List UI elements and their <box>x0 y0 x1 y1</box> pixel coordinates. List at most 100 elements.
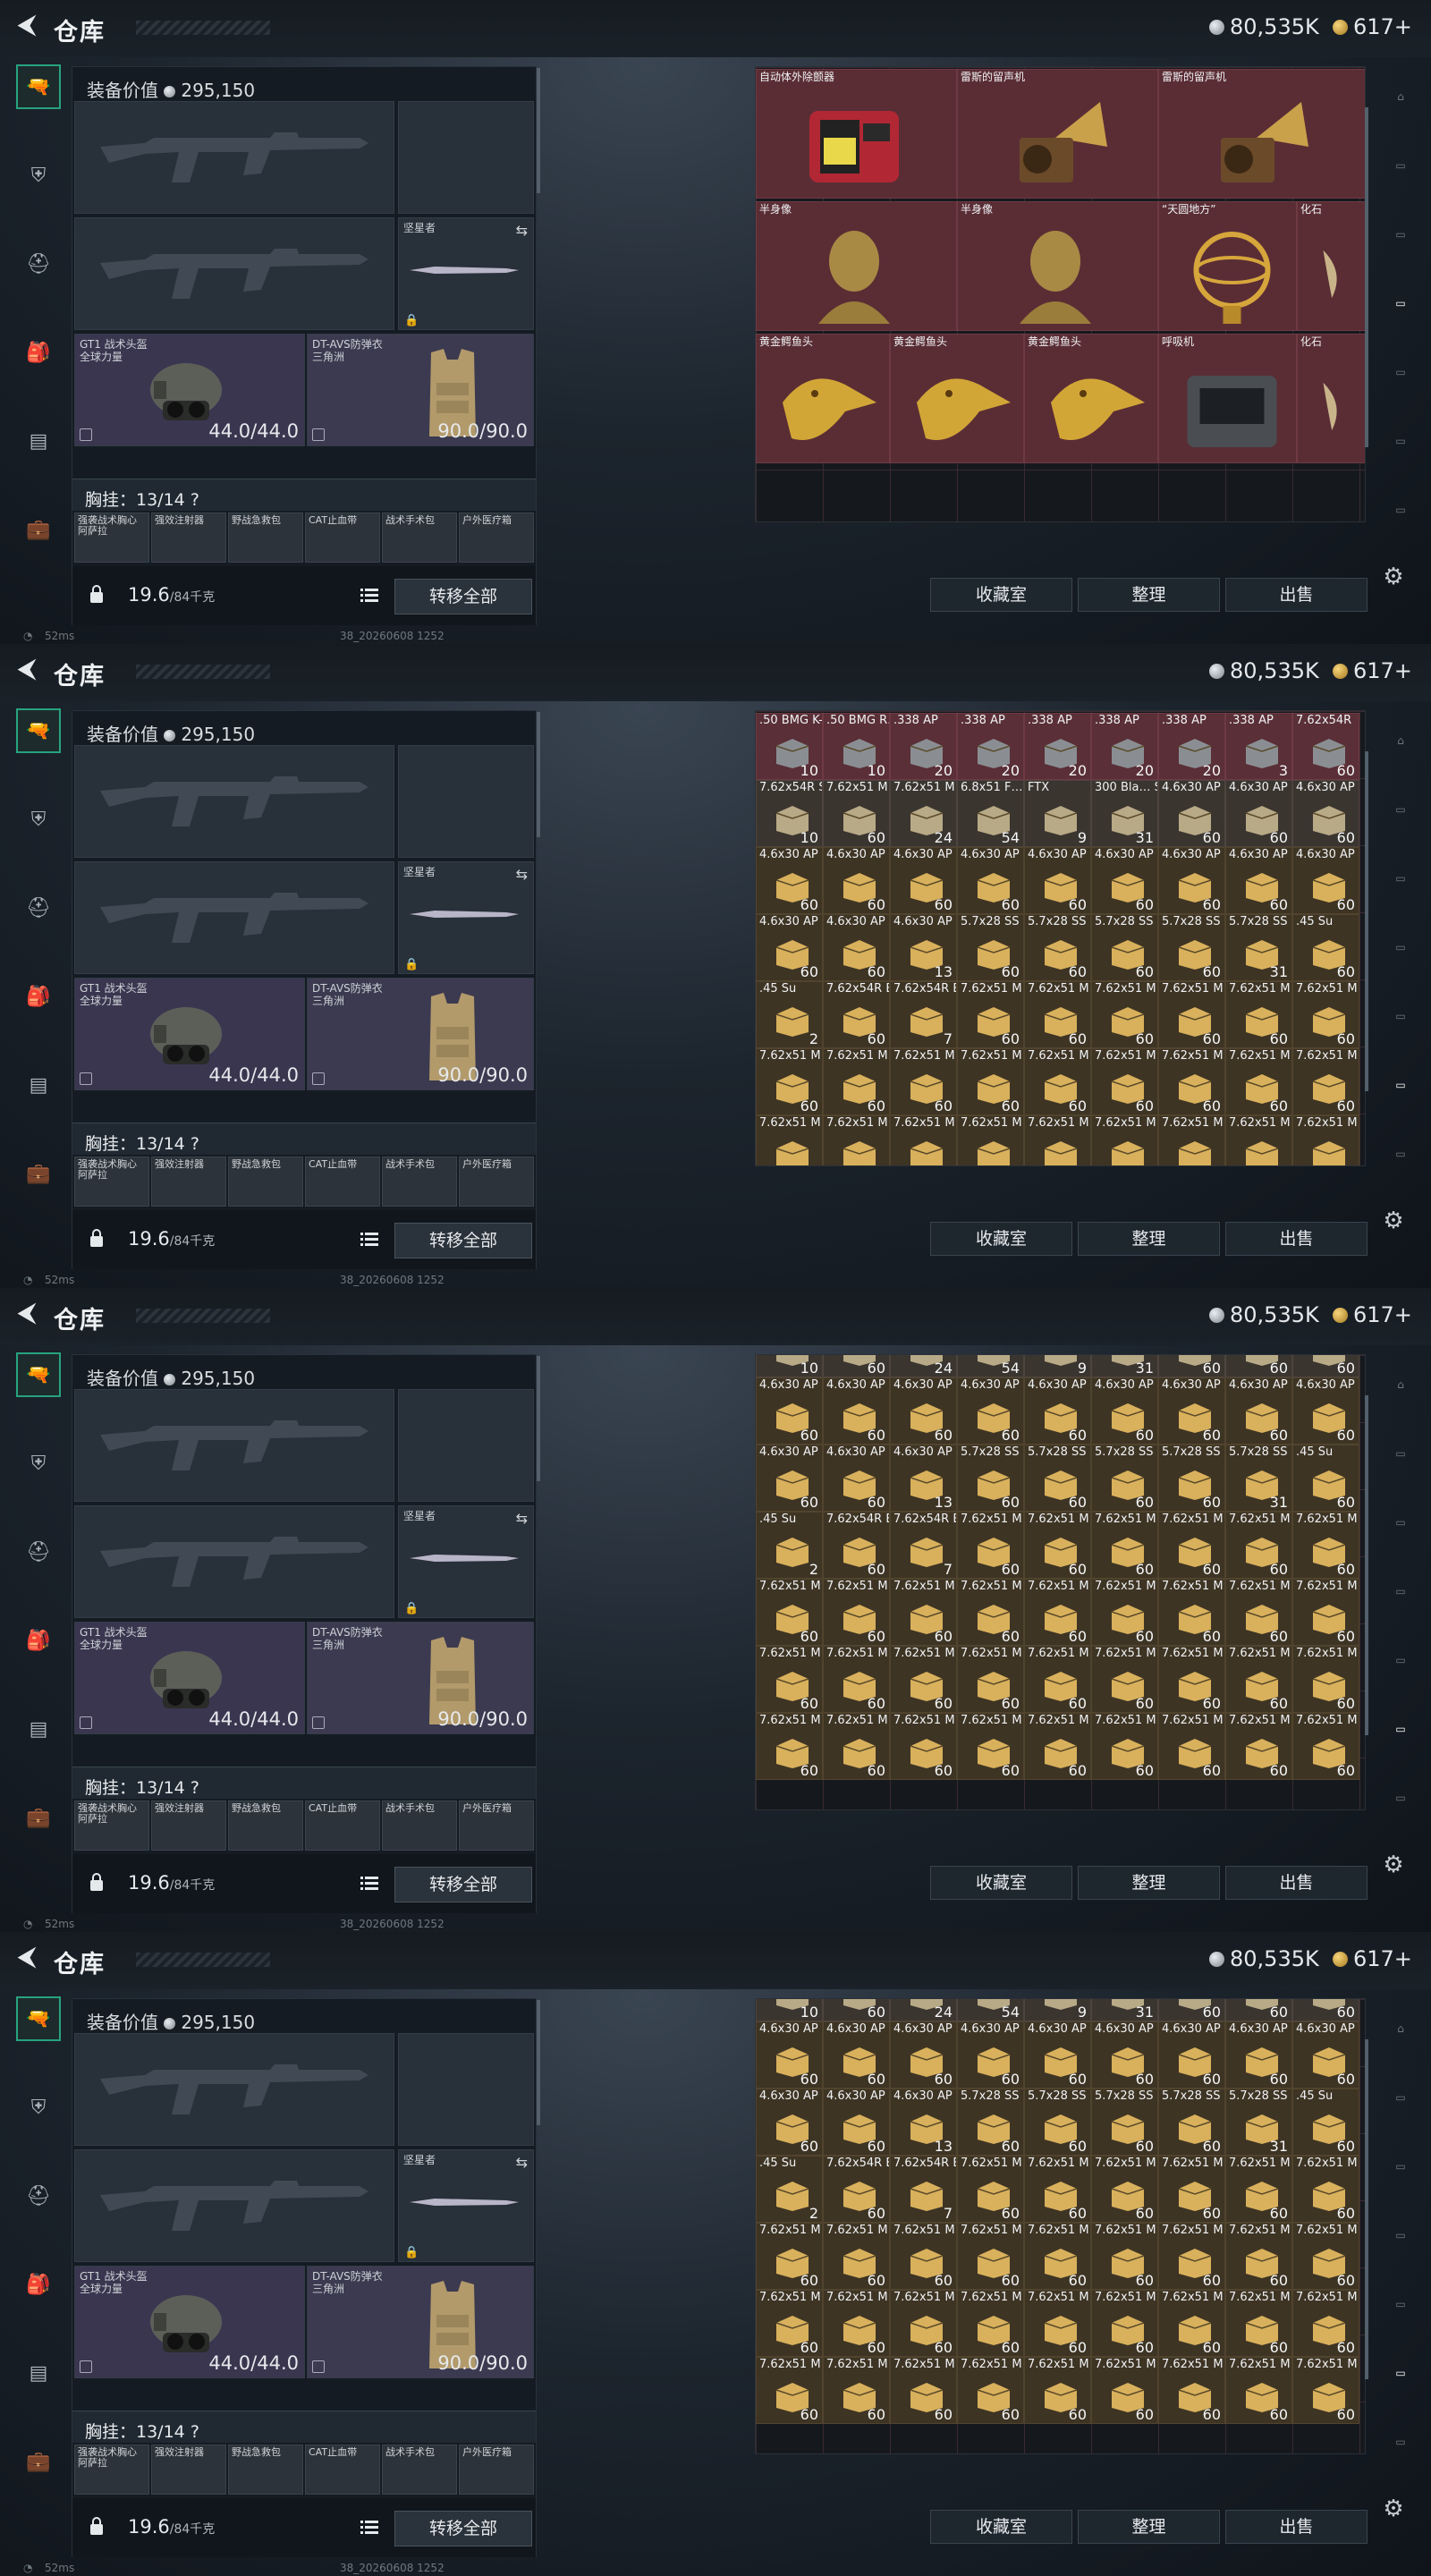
ammo-item[interactable]: 7.62x51 M 60 <box>756 1579 823 1646</box>
list-icon[interactable] <box>360 1232 378 1246</box>
treasure-item[interactable]: 雷斯的留声机 <box>1158 69 1365 199</box>
ammo-item[interactable]: 7.62x51 M 60 <box>957 1579 1024 1646</box>
rig-item[interactable]: 强袭战术胸心 阿萨拉 <box>74 513 149 563</box>
ammo-item[interactable]: 4.6x30 AP60 <box>890 847 957 914</box>
ammo-item[interactable]: 7.62x51 M 60 <box>1225 981 1292 1048</box>
helmet-slot[interactable]: GT1 战术头盔 全球力量 44.0/44.0 <box>74 1622 305 1734</box>
ammo-item[interactable]: 7.62x51 M 60 <box>756 2290 823 2357</box>
equipment-scrollbar[interactable] <box>537 68 540 193</box>
secondary-weapon-slot[interactable] <box>74 2149 394 2262</box>
ammo-item[interactable]: 7.62x51 M 60 <box>1091 981 1158 1048</box>
armor-category-icon[interactable]: ⛨ <box>16 1441 61 1486</box>
rig-item[interactable]: CAT止血带 <box>305 2445 380 2495</box>
ammo-item[interactable]: 7.62x51 M 60 <box>1158 2290 1225 2357</box>
stash-page-tab-icon[interactable]: ▭ <box>1381 2216 1420 2255</box>
ammo-item[interactable]: .45 Su 60 <box>1292 2089 1359 2156</box>
stash-page-tab-icon[interactable]: ▭ <box>1381 1572 1420 1611</box>
ammo-item[interactable]: 4.6x30 AP60 <box>756 2089 823 2156</box>
list-icon[interactable] <box>360 588 378 602</box>
ammo-item[interactable]: 4.6x30 AP60 <box>890 1377 957 1445</box>
stash-page-tab-icon[interactable]: ⌂ <box>1381 1365 1420 1404</box>
ammo-item[interactable]: 4.6x30 AP60 <box>1024 1377 1091 1445</box>
ammo-item[interactable]: 300 Bla… SUB31 <box>1091 1999 1158 2021</box>
ammo-item[interactable]: 7.62x51 M 60 <box>1225 2290 1292 2357</box>
ammo-item[interactable]: 7.62x51 M 60 <box>957 981 1024 1048</box>
stash-page-tab-icon[interactable]: ▭ <box>1381 215 1420 254</box>
stash-page-tab-icon[interactable]: ▭ <box>1381 1065 1420 1105</box>
ammo-item[interactable]: 7.62x51 M 60 <box>1024 1579 1091 1646</box>
rig-item[interactable]: 战术手术包 <box>382 513 457 563</box>
help-icon[interactable]: ? <box>191 490 199 510</box>
ammo-item[interactable]: 4.6x30 AP60 <box>1158 847 1225 914</box>
ammo-item[interactable]: 7.62x51 M 60 <box>1024 2223 1091 2290</box>
ammo-item[interactable]: 7.62x51 M 60 <box>1091 1048 1158 1115</box>
ammo-item[interactable]: 7.62x51 M…60 <box>823 780 890 847</box>
settings-gear-icon[interactable]: ⚙ <box>1380 2496 1407 2522</box>
chest-rig-bar[interactable]: 胸挂：13/14 ? <box>72 1123 536 1155</box>
stash-scrollbar[interactable] <box>1365 1395 1368 1735</box>
ammo-item[interactable]: 7.62x51 M 60 <box>1158 2223 1225 2290</box>
rig-item[interactable]: 强袭战术胸心 阿萨拉 <box>74 1157 149 1207</box>
ammo-item[interactable]: 7.62x51 M 60 <box>1225 1048 1292 1115</box>
secondary-weapon-slot[interactable] <box>74 861 394 974</box>
rig-category-icon[interactable]: ▤ <box>16 1707 61 1751</box>
vest-slot[interactable]: DT-AVS防弹衣 三角洲 90.0/90.0 <box>307 1622 534 1734</box>
stash-page-tab-icon[interactable]: ▭ <box>1381 2147 1420 2186</box>
ammo-item[interactable]: 7.62x54R S…10 <box>756 1999 823 2021</box>
ammo-item[interactable]: 7.62x51 M 60 <box>1024 1512 1091 1579</box>
ammo-item[interactable]: .338 AP 20 <box>890 713 957 780</box>
ammo-item[interactable]: 4.6x30 AP60 <box>957 847 1024 914</box>
ammo-item[interactable]: 7.62x51 M 60 <box>957 2156 1024 2223</box>
ammo-item[interactable]: 7.62x51 M 60 <box>957 2357 1024 2424</box>
ammo-item[interactable]: 7.62x51 M 60 <box>890 1048 957 1115</box>
ammo-item[interactable]: 4.6x30 AP60 <box>823 1445 890 1512</box>
stash-page-tab-icon[interactable]: ▭ <box>1381 1640 1420 1680</box>
ammo-item[interactable]: 7.62x51 M 60 <box>823 1579 890 1646</box>
treasure-item[interactable]: 化石 <box>1297 201 1365 331</box>
backpack-category-icon[interactable]: 🎒 <box>16 2262 61 2307</box>
ammo-item[interactable]: 7.62x51 M 60 <box>890 2223 957 2290</box>
ammo-item[interactable]: 4.6x30 AP60 <box>823 2021 890 2089</box>
weapon-category-icon[interactable]: 🔫 <box>16 1352 61 1397</box>
equipment-scrollbar[interactable] <box>537 712 540 837</box>
weapon-category-icon[interactable]: 🔫 <box>16 1996 61 2041</box>
treasure-item[interactable]: 黄金鳄鱼头 <box>756 334 890 463</box>
ammo-item[interactable]: 7.62x51 M…60 <box>823 1999 890 2021</box>
ammo-item[interactable]: 7.62x51 M 60 <box>1091 1646 1158 1713</box>
ammo-item[interactable]: 4.6x30 AP60 <box>890 2021 957 2089</box>
ammo-item[interactable]: 7.62x51 M 60 <box>1158 2357 1225 2424</box>
melee-slot[interactable]: 坚星者 ⇆ 🔒 <box>398 861 534 974</box>
rig-item[interactable]: 强袭战术胸心 阿萨拉 <box>74 2445 149 2495</box>
ammo-item[interactable]: .45 Su 60 <box>1292 1445 1359 1512</box>
treasure-item[interactable]: “天圆地方” <box>1158 201 1297 331</box>
ammo-item[interactable]: 300 Bla… SUB31 <box>1091 780 1158 847</box>
ammo-item[interactable]: 6.8x51 F…54 <box>957 1999 1024 2021</box>
settings-gear-icon[interactable]: ⚙ <box>1380 1852 1407 1878</box>
ammo-item[interactable]: 4.6x30 AP60 <box>1292 2021 1359 2089</box>
ammo-item[interactable]: 7.62x51 M 60 <box>890 2290 957 2357</box>
ammo-item[interactable]: 7.62x51 M 60 <box>1091 1713 1158 1780</box>
ammo-item[interactable]: 4.6x30 AP60 <box>823 1377 890 1445</box>
ammo-item[interactable]: 4.6x30 AP60 <box>1225 1377 1292 1445</box>
ammo-item[interactable]: 4.6x30 AP60 <box>1225 847 1292 914</box>
ammo-item[interactable]: 7.62x51 M 60 <box>890 1579 957 1646</box>
ammo-item[interactable]: 7.62x51 M 60 <box>890 1115 957 1165</box>
ammo-item[interactable]: 4.6x30 AP60 <box>1225 780 1292 847</box>
ammo-item[interactable]: 4.6x30 AP60 <box>1158 780 1225 847</box>
ammo-item[interactable]: 5.7x28 SS 60 <box>957 914 1024 981</box>
rig-item[interactable]: 户外医疗箱 <box>459 1157 534 1207</box>
ammo-item[interactable]: 7.62x51 M 60 <box>1091 2357 1158 2424</box>
ammo-item[interactable]: 7.62x51 M 60 <box>1158 1646 1225 1713</box>
list-icon[interactable] <box>360 1876 378 1890</box>
ammo-item[interactable]: 7.62x54R 60 <box>1292 713 1359 780</box>
ammo-item[interactable]: 7.62x54R S…10 <box>756 780 823 847</box>
sort-button[interactable]: 整理 <box>1078 1866 1220 1900</box>
treasure-item[interactable]: 黄金鳄鱼头 <box>890 334 1024 463</box>
ammo-item[interactable]: 4.6x30 AP60 <box>1158 1999 1225 2021</box>
ammo-item[interactable]: 7.62x51 M 60 <box>756 2357 823 2424</box>
stash-page-tab-icon[interactable]: ⌂ <box>1381 721 1420 760</box>
ammo-item[interactable]: 4.6x30 AP60 <box>823 2089 890 2156</box>
ammo-item[interactable]: .50 BMG K-… 10 <box>756 713 823 780</box>
collection-room-button[interactable]: 收藏室 <box>930 1866 1072 1900</box>
rig-item[interactable]: 强效注射器 <box>151 513 226 563</box>
